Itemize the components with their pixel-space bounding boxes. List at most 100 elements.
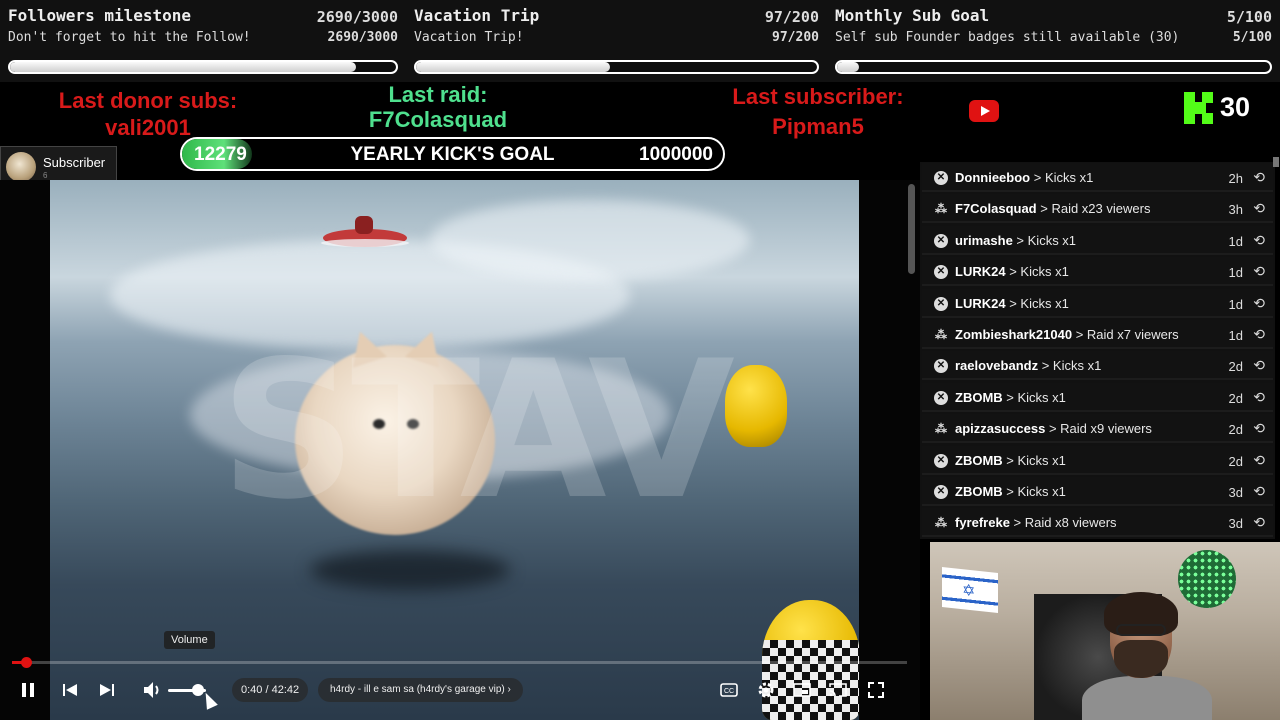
replay-icon[interactable]: ⟲ (1253, 420, 1265, 437)
goal-progress-bar (835, 60, 1272, 74)
raid-icon: ⁂ (935, 202, 947, 217)
seek-bar[interactable] (12, 657, 907, 668)
scrollbar[interactable] (908, 184, 915, 274)
replay-icon[interactable]: ⟲ (1253, 232, 1265, 249)
event-detail: Kicks x1 (1017, 452, 1066, 468)
kick-icon: ✕ (934, 485, 948, 499)
event-user: ZBOMB (955, 389, 1003, 405)
buoy-image (725, 365, 787, 447)
star-icon: ✡ (962, 582, 976, 601)
goal-progress-bar (8, 60, 398, 74)
event-separator-icon: > (1036, 201, 1052, 217)
volume-icon (144, 682, 159, 698)
event-age: 1d (1228, 233, 1243, 249)
event-user: fyrefreke (955, 515, 1010, 531)
jetski-image (321, 216, 409, 247)
event-age: 2d (1228, 453, 1243, 469)
kick-icon: ✕ (934, 265, 948, 280)
event-detail: Raid x8 viewers (1024, 515, 1117, 531)
goal-subtitle: Self sub Founder badges still available … (835, 30, 1180, 45)
fullscreen-button[interactable] (864, 670, 888, 710)
kick-count: 30 (1220, 92, 1251, 122)
miniplayer-button[interactable] (790, 670, 814, 710)
water-spray (430, 200, 750, 280)
miniplayer-icon (793, 683, 811, 697)
goal-count: 97/200 (764, 8, 819, 26)
settings-button[interactable] (754, 670, 778, 710)
event-separator-icon: > (1072, 327, 1087, 342)
goal-bars: Followers milestone 2690/3000 Don't forg… (0, 0, 1280, 82)
captions-button[interactable]: CC (718, 670, 740, 710)
event-row: ✕ raelovebandz > Kicks x1 2d ⟲ (922, 351, 1273, 381)
cast-button[interactable] (826, 670, 850, 710)
events-scrollbar[interactable] (1273, 157, 1279, 167)
event-age: 3d (1228, 485, 1243, 500)
event-text: Donnieeboo > Kicks x1 (955, 170, 1093, 185)
event-separator-icon: > (1045, 421, 1061, 437)
event-detail: Raid x23 viewers (1051, 201, 1151, 217)
replay-icon[interactable]: ⟲ (1253, 357, 1265, 374)
event-row: ✕ urimashe > Kicks x1 1d ⟲ (922, 225, 1273, 255)
kick-icon: ✕ (934, 453, 948, 468)
event-row: ✕ ZBOMB > Kicks x1 2d ⟲ (922, 382, 1273, 412)
event-text: fyrefreke > Raid x8 viewers (955, 515, 1117, 530)
subscriber-label: Subscriber (43, 155, 106, 170)
event-detail: Raid x9 viewers (1060, 421, 1152, 437)
replay-icon[interactable]: ⟲ (1253, 263, 1265, 280)
event-text: ZBOMB > Kicks x1 (955, 390, 1066, 405)
event-user: raelovebandz (955, 358, 1039, 374)
replay-icon[interactable]: ⟲ (1253, 169, 1265, 186)
previous-button[interactable] (58, 670, 82, 710)
replay-icon[interactable]: ⟲ (1253, 295, 1265, 312)
video-title[interactable]: h4rdy - ill e sam sa (h4rdy's garage vip… (318, 678, 523, 702)
event-detail: Raid x7 viewers (1086, 327, 1179, 342)
goal-progress-fill (837, 62, 859, 72)
watermark: STAV (220, 320, 735, 541)
goal-count: 2690/3000 (316, 8, 398, 26)
youtube-icon (969, 100, 999, 122)
pause-button[interactable] (16, 670, 40, 710)
goal-progress-fill (416, 62, 611, 72)
last-donor-label: Last donor subs: (58, 88, 238, 113)
fullscreen-icon (868, 682, 884, 698)
replay-icon[interactable]: ⟲ (1253, 483, 1265, 500)
event-text: LURK24 > Kicks x1 (955, 264, 1069, 279)
replay-icon[interactable]: ⟲ (1253, 326, 1265, 343)
replay-icon[interactable]: ⟲ (1253, 452, 1265, 469)
event-age: 1d (1228, 296, 1243, 312)
event-age: 2d (1228, 359, 1243, 375)
event-text: F7Colasquad > Raid x23 viewers (955, 201, 1150, 216)
mute-button[interactable] (141, 670, 165, 710)
event-row: ⁂ F7Colasquad > Raid x23 viewers 3h ⟲ (922, 194, 1273, 224)
event-separator-icon: > (1002, 389, 1018, 405)
goal-count-secondary: 2690/3000 (327, 30, 398, 45)
event-detail: Kicks x1 (1020, 295, 1069, 311)
cat-shadow (310, 550, 510, 590)
event-text: apizzasuccess > Raid x9 viewers (955, 421, 1152, 436)
goal-progress-bar (414, 60, 819, 74)
goal-progress-fill (10, 62, 357, 72)
volume-tooltip: Volume (164, 631, 215, 649)
event-text: Zombieshark21040 > Raid x7 viewers (955, 327, 1179, 342)
cast-icon (829, 683, 847, 697)
video-player[interactable]: STAV Volume 0:40 / 42:42 h4rdy - ill e s… (0, 180, 920, 720)
replay-icon[interactable]: ⟲ (1253, 200, 1265, 217)
event-separator-icon: > (1002, 452, 1018, 468)
event-detail: Kicks x1 (1020, 264, 1069, 280)
goal-subtitle: Don't forget to hit the Follow! (8, 30, 251, 45)
event-separator-icon: > (1038, 358, 1053, 374)
event-user: urimashe (955, 232, 1013, 248)
replay-icon[interactable]: ⟲ (1253, 389, 1265, 406)
kick-icon: ✕ (934, 296, 948, 311)
seek-handle[interactable] (20, 657, 32, 668)
event-row: ✕ LURK24 > Kicks x1 1d ⟲ (922, 288, 1273, 318)
raid-icon: ⁂ (935, 422, 947, 437)
time-display: 0:40 / 42:42 (232, 678, 309, 702)
next-button[interactable] (95, 670, 119, 710)
event-row: ✕ ZBOMB > Kicks x1 3d ⟲ (922, 477, 1273, 506)
yearly-goal-current: 12279 (194, 144, 247, 165)
event-detail: Kicks x1 (1044, 170, 1094, 185)
goal-subtitle: Vacation Trip! (414, 30, 524, 45)
replay-icon[interactable]: ⟲ (1253, 514, 1265, 531)
goal-count-secondary: 97/200 (772, 30, 819, 45)
